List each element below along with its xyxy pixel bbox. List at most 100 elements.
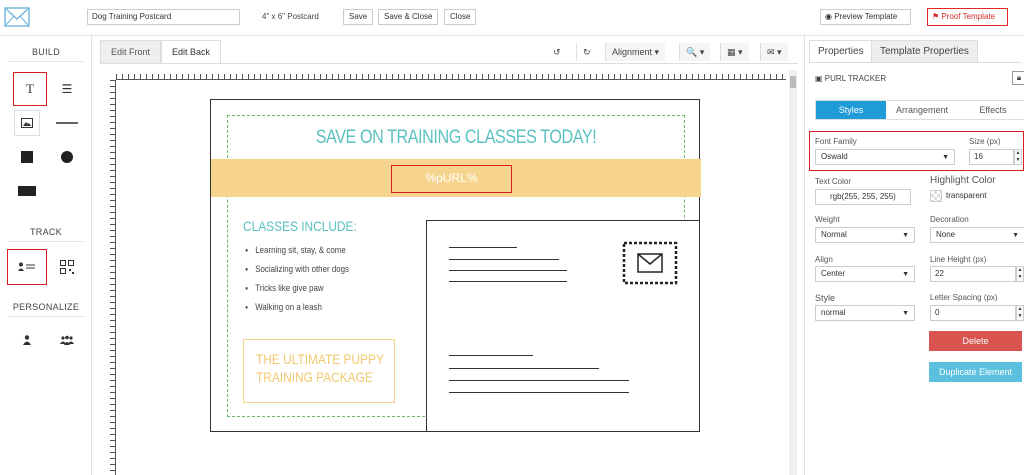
element-name: PURL TRACKER bbox=[824, 74, 887, 83]
return-address-line bbox=[449, 281, 567, 282]
align-value: Center bbox=[821, 269, 846, 278]
build-section-title: BUILD bbox=[31, 47, 60, 57]
tab-edit-back[interactable]: Edit Back bbox=[161, 40, 222, 63]
weight-label: Weight bbox=[815, 215, 840, 224]
tab-template-properties[interactable]: Template Properties bbox=[871, 40, 978, 62]
list-item: Tricks like give paw bbox=[245, 283, 349, 302]
tab-edit-front[interactable]: Edit Front bbox=[100, 40, 162, 63]
lock-icon[interactable]: 🔒︎ bbox=[1012, 71, 1024, 85]
subtab-effects[interactable]: Effects bbox=[958, 101, 1024, 119]
subtab-styles[interactable]: Styles bbox=[816, 101, 886, 119]
qr-code-icon bbox=[60, 260, 74, 274]
divider bbox=[809, 62, 1021, 63]
alignment-dropdown[interactable]: Alignment ▾ bbox=[605, 43, 666, 61]
mail-dropdown[interactable]: ✉ ▾ bbox=[760, 43, 788, 61]
classes-list[interactable]: Learning sit, stay, & come Socializing w… bbox=[245, 245, 363, 321]
package-line-1: THE ULTIMATE PUPPY bbox=[256, 351, 384, 367]
purl-tracker-tool-button[interactable] bbox=[7, 249, 47, 285]
divider bbox=[8, 241, 84, 242]
weight-select[interactable]: Normal ▼ bbox=[815, 227, 915, 243]
preview-template-button[interactable]: ◉ Preview Template bbox=[820, 9, 911, 25]
chevron-down-icon: ▼ bbox=[902, 271, 909, 278]
return-address-line bbox=[449, 247, 517, 248]
package-callout-box[interactable]: THE ULTIMATE PUPPY TRAINING PACKAGE bbox=[243, 339, 395, 403]
text-color-label: Text Color bbox=[815, 177, 852, 186]
close-button[interactable]: Close bbox=[444, 9, 477, 25]
eye-icon: ◉ bbox=[825, 12, 832, 21]
block-tool-button[interactable] bbox=[14, 178, 40, 204]
horizontal-ruler bbox=[116, 70, 786, 80]
template-name-input[interactable]: Dog Training Postcard bbox=[87, 9, 240, 25]
letter-spacing-input[interactable]: 0 ▲ ▼ bbox=[930, 305, 1024, 321]
divider bbox=[8, 316, 84, 317]
list-item: Socializing with other dogs bbox=[245, 264, 349, 283]
single-person-tool-button[interactable] bbox=[14, 327, 40, 353]
circle-icon bbox=[61, 151, 73, 163]
highlight-color-input[interactable]: transparent bbox=[930, 189, 1012, 205]
person-icon bbox=[23, 335, 31, 345]
decoration-value: None bbox=[936, 230, 956, 239]
save-close-button[interactable]: Save & Close bbox=[378, 9, 439, 25]
redo-button[interactable]: ↻ bbox=[576, 43, 597, 61]
rectangle-tool-button[interactable] bbox=[14, 144, 40, 170]
preview-template-label: Preview Template bbox=[834, 12, 898, 21]
undo-button[interactable]: ↺ bbox=[547, 43, 567, 61]
style-select[interactable]: normal ▼ bbox=[815, 305, 915, 321]
align-select[interactable]: Center ▼ bbox=[815, 266, 915, 282]
chevron-down-icon: ▼ bbox=[902, 310, 909, 317]
list-tool-button[interactable]: ☰ bbox=[54, 76, 80, 102]
track-section-title: TRACK bbox=[29, 227, 62, 237]
decoration-select[interactable]: None ▼ bbox=[930, 227, 1024, 243]
square-icon bbox=[21, 151, 33, 163]
postcard-canvas[interactable]: SAVE ON TRAINING CLASSES TODAY! %pURL% C… bbox=[210, 99, 701, 432]
circle-tool-button[interactable] bbox=[54, 144, 80, 170]
proof-template-button[interactable]: ⚑ Proof Template bbox=[927, 8, 1008, 26]
qr-code-tool-button[interactable] bbox=[54, 254, 80, 280]
package-line-2: TRAINING PACKAGE bbox=[256, 369, 373, 385]
grid-dropdown[interactable]: ▦ ▾ bbox=[720, 43, 749, 61]
letter-spacing-value: 0 bbox=[935, 308, 940, 317]
proof-template-label: Proof Template bbox=[941, 12, 996, 21]
headline-text[interactable]: SAVE ON TRAINING CLASSES TODAY! bbox=[248, 127, 665, 149]
toolbar-divider bbox=[100, 63, 798, 64]
tracker-icon: ▣ bbox=[815, 74, 823, 83]
address-line bbox=[449, 355, 533, 356]
style-value: normal bbox=[821, 308, 846, 317]
postcard-size-label: 4" x 6" Postcard bbox=[262, 12, 319, 21]
save-button[interactable]: Save bbox=[343, 9, 374, 25]
chevron-down-icon: ▼ bbox=[1012, 232, 1019, 239]
text-tool-button[interactable]: T bbox=[13, 72, 47, 106]
address-line bbox=[449, 368, 599, 369]
delete-button[interactable]: Delete bbox=[929, 331, 1022, 351]
return-address-line bbox=[449, 270, 567, 271]
letter-spacing-label: Letter Spacing (px) bbox=[930, 293, 998, 302]
group-tool-button[interactable] bbox=[54, 327, 80, 353]
element-name-label: ▣ PURL TRACKER bbox=[815, 74, 886, 83]
letter-spacing-stepper[interactable]: ▲ ▼ bbox=[1016, 305, 1024, 321]
list-item: Learning sit, stay, & come bbox=[245, 245, 349, 264]
style-label: Style bbox=[815, 293, 836, 303]
text-color-input[interactable]: rgb(255, 255, 255) bbox=[815, 189, 911, 205]
vertical-ruler bbox=[106, 80, 116, 475]
envelope-icon[interactable] bbox=[4, 6, 30, 28]
classes-include-heading[interactable]: CLASSES INCLUDE: bbox=[243, 218, 357, 234]
zoom-dropdown[interactable]: 🔍 ▾ bbox=[679, 43, 711, 61]
return-address-line bbox=[449, 259, 559, 260]
duplicate-element-button[interactable]: Duplicate Element bbox=[929, 362, 1022, 382]
line-icon bbox=[56, 122, 78, 124]
weight-value: Normal bbox=[821, 230, 847, 239]
scrollbar-thumb[interactable] bbox=[790, 76, 796, 88]
editor-scrollbar[interactable] bbox=[789, 70, 797, 475]
personalize-section-title: PERSONALIZE bbox=[12, 302, 80, 312]
transparent-swatch[interactable] bbox=[930, 190, 942, 202]
line-tool-button[interactable] bbox=[54, 110, 80, 136]
line-height-stepper[interactable]: ▲ ▼ bbox=[1016, 266, 1024, 282]
tab-properties[interactable]: Properties bbox=[809, 40, 873, 62]
purl-tracker-element[interactable]: %pURL% bbox=[391, 165, 512, 193]
image-tool-button[interactable] bbox=[14, 110, 40, 136]
wide-rectangle-icon bbox=[18, 186, 36, 196]
user-list-icon bbox=[18, 262, 35, 271]
subtab-arrangement[interactable]: Arrangement bbox=[886, 101, 958, 119]
font-settings-highlight bbox=[809, 131, 1024, 171]
line-height-input[interactable]: 22 ▲ ▼ bbox=[930, 266, 1024, 282]
